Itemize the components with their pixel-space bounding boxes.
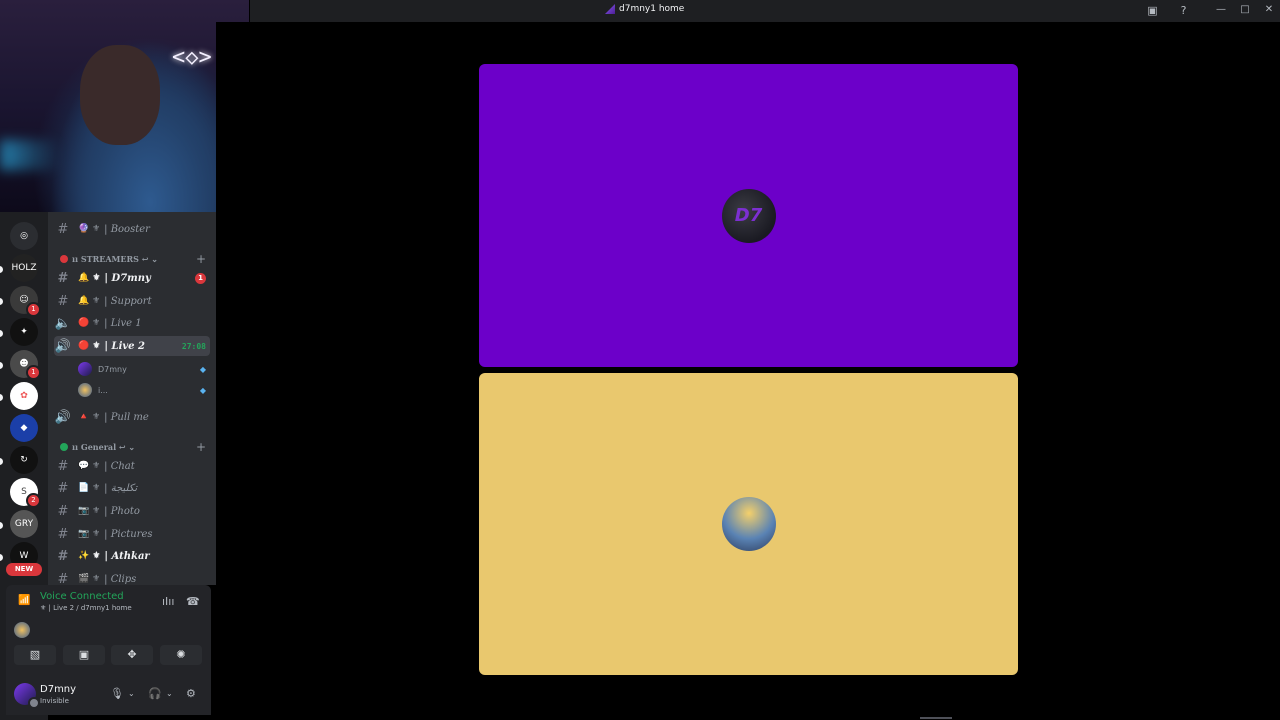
- server-icon[interactable]: ✦: [10, 318, 38, 346]
- inbox-icon[interactable]: ▣: [1146, 4, 1159, 17]
- server-icon[interactable]: ◎: [10, 222, 38, 250]
- microphone-icon[interactable]: 🎙: [110, 687, 124, 700]
- unread-pip: [0, 298, 3, 305]
- gem-icon: ◆: [199, 364, 206, 374]
- text-channel-icon: #: [57, 458, 69, 474]
- channel-support[interactable]: # 🔔 ⚜ | Support: [54, 291, 210, 311]
- channel-arabic[interactable]: # 📄 ⚜ | تكليجة: [54, 478, 210, 498]
- voice-stage: D7: [216, 22, 1280, 720]
- text-channel-icon: #: [57, 503, 69, 519]
- unread-pip: [0, 554, 3, 561]
- title-bar: d7mny1 home ▣ ? — □ ✕: [250, 0, 1280, 22]
- text-channel-icon: #: [57, 293, 69, 309]
- gem-icon: ◆: [199, 385, 206, 395]
- channel-chat[interactable]: # 💬 ⚜ | Chat: [54, 456, 210, 476]
- participant-avatar[interactable]: [14, 622, 30, 638]
- mention-badge: 2: [26, 493, 41, 508]
- maximize-button[interactable]: □: [1238, 3, 1252, 17]
- category-dot-icon: [60, 443, 68, 451]
- help-icon[interactable]: ?: [1177, 4, 1190, 17]
- speaker-locked-icon: 🔈: [54, 315, 72, 331]
- voice-channel-pull-me[interactable]: 🔊 🔺 ⚜ | Pull me: [54, 407, 210, 427]
- text-channel-icon: #: [57, 221, 69, 237]
- server-icon-holz[interactable]: HOLZ: [10, 254, 38, 282]
- mention-badge: 1: [26, 302, 41, 317]
- unread-pip: [0, 330, 3, 337]
- add-channel-icon[interactable]: +: [196, 440, 206, 454]
- avatar: [78, 383, 92, 397]
- voice-channel-live-1[interactable]: 🔈 🔴 ⚜ | Live 1: [54, 313, 210, 333]
- video-tile-participant[interactable]: [479, 373, 1018, 675]
- unread-pip: [0, 458, 3, 465]
- mention-badge: 1: [26, 365, 41, 380]
- voice-channel-path[interactable]: ⚜ | Live 2 / d7mny1 home: [40, 604, 132, 612]
- text-channel-icon: #: [57, 526, 69, 542]
- chevron-down-icon[interactable]: ⌄: [166, 689, 173, 698]
- unread-pip: [0, 362, 3, 369]
- server-logo-icon: [605, 4, 615, 14]
- participant-avatar: [721, 497, 776, 551]
- minimize-button[interactable]: —: [1214, 3, 1228, 17]
- speaker-icon: 🔊: [54, 338, 72, 354]
- channel-booster[interactable]: # 🔮 ⚜ | Booster: [54, 219, 210, 239]
- voice-user-d7mny[interactable]: D7mny ◆: [78, 362, 206, 376]
- server-icon[interactable]: ↻: [10, 446, 38, 474]
- server-icon-gry[interactable]: GRY: [10, 510, 38, 538]
- channel-photo[interactable]: # 📷 ⚜ | Photo: [54, 501, 210, 521]
- gear-icon[interactable]: ⚙: [186, 687, 196, 700]
- scrollbar[interactable]: [920, 717, 952, 719]
- server-icon[interactable]: ◆: [10, 414, 38, 442]
- text-channel-icon: #: [57, 571, 69, 586]
- video-tile-d7mny[interactable]: D7: [479, 64, 1018, 367]
- voice-channel-live-2[interactable]: 🔊 🔴 ⚜ | Live 2 27:08: [54, 336, 210, 356]
- channel-d7mny[interactable]: # 🔔 ⚜ | D7mny 1: [54, 268, 210, 288]
- channel-list: # 🔮 ⚜ | Booster ıı STREAMERS ↩ ⌄ + # 🔔 ⚜…: [48, 212, 216, 585]
- webcam-overlay: <◇>: [0, 0, 249, 212]
- headphones-icon[interactable]: 🎧: [148, 687, 162, 700]
- speaker-icon: 🔊: [54, 409, 72, 425]
- voice-user-2[interactable]: i... ◆: [78, 383, 206, 397]
- streamer-head: [80, 45, 160, 145]
- category-dot-icon: [60, 255, 68, 263]
- soundboard-button[interactable]: ✺: [160, 645, 202, 665]
- text-channel-icon: #: [57, 548, 69, 564]
- disconnect-icon[interactable]: ☎: [186, 595, 200, 608]
- add-channel-icon[interactable]: +: [196, 252, 206, 266]
- user-status: Invisible: [40, 697, 69, 705]
- noise-suppression-icon[interactable]: ıIıı: [162, 595, 174, 608]
- unread-pip: [0, 394, 3, 401]
- channel-athkar[interactable]: # ✨ ⚜ | Athkar: [54, 546, 210, 566]
- voice-status[interactable]: Voice Connected: [40, 591, 124, 602]
- category-streamers[interactable]: ıı STREAMERS ↩ ⌄ +: [60, 252, 210, 266]
- chevron-down-icon[interactable]: ⌄: [128, 689, 135, 698]
- text-channel-icon: #: [57, 480, 69, 496]
- avatar: [78, 362, 92, 376]
- channel-pictures[interactable]: # 📷 ⚜ | Pictures: [54, 524, 210, 544]
- close-button[interactable]: ✕: [1262, 3, 1276, 17]
- window-title: d7mny1 home: [605, 4, 684, 14]
- unread-badge: 1: [195, 272, 206, 284]
- signal-icon[interactable]: 📶: [18, 595, 30, 607]
- username[interactable]: D7mny: [40, 684, 76, 695]
- server-icon[interactable]: ✿: [10, 382, 38, 410]
- participant-avatar: D7: [721, 188, 776, 243]
- status-indicator: [28, 697, 40, 709]
- camera-off-button[interactable]: ▧: [14, 645, 56, 665]
- new-badge: NEW: [6, 563, 42, 576]
- voice-timer: 27:08: [181, 341, 206, 351]
- unread-pip: [0, 266, 3, 273]
- category-general[interactable]: ıı General ↩ ⌄ +: [60, 440, 210, 454]
- channel-clips[interactable]: # 🎬 ⚜ | Clips: [54, 569, 210, 586]
- voice-panel: 📶 Voice Connected ⚜ | Live 2 / d7mny1 ho…: [6, 585, 211, 675]
- screen-share-button[interactable]: ▣: [63, 645, 105, 665]
- activities-button[interactable]: ✥: [111, 645, 153, 665]
- unread-pip: [0, 522, 3, 529]
- user-panel: D7mny Invisible 🎙 ⌄ 🎧 ⌄ ⚙: [6, 675, 211, 715]
- text-channel-icon: #: [57, 270, 69, 286]
